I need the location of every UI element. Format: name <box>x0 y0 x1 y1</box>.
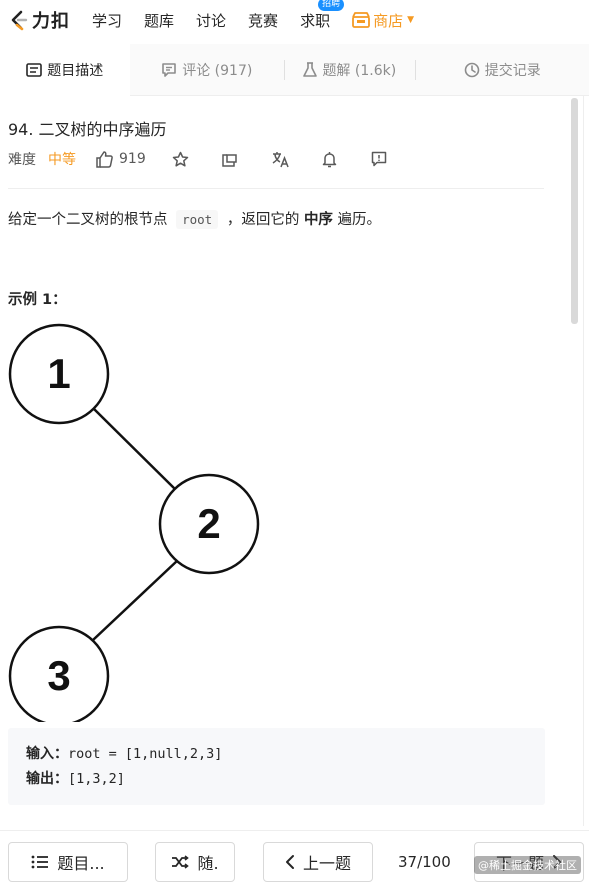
desc-suffix: 遍历。 <box>337 212 382 228</box>
random-problem-button[interactable]: 随. <box>155 842 235 882</box>
content-scrollbar-thumb[interactable] <box>571 98 578 324</box>
input-label: 输入： <box>26 746 68 762</box>
notification-button[interactable] <box>322 151 337 168</box>
tree-node-label: 3 <box>47 652 70 699</box>
nav-item-discuss[interactable]: 讨论 <box>196 10 226 31</box>
nav-item-jobs-label: 求职 <box>300 11 331 30</box>
tree-edge <box>92 559 179 641</box>
tab-description-label: 题目描述 <box>47 62 104 79</box>
problem-list-button[interactable]: 题目... <box>8 842 128 882</box>
problem-tabs: 题目描述 评论 (917) 题解 (1.6k) 提交记录 <box>0 43 589 96</box>
tab-comments-label: 评论 (917) <box>182 62 253 79</box>
list-icon <box>31 855 49 869</box>
thumbs-up-icon <box>96 150 113 168</box>
feedback-button[interactable] <box>371 151 387 167</box>
clock-icon <box>464 62 480 77</box>
description-icon <box>26 62 43 77</box>
binary-tree-diagram: 1 2 3 <box>8 323 260 722</box>
shop-label: 商店 <box>373 11 404 30</box>
difficulty-value: 中等 <box>48 152 76 168</box>
flask-icon <box>303 61 318 77</box>
tab-solutions[interactable]: 题解 (1.6k) <box>285 44 415 96</box>
share-icon <box>221 153 237 167</box>
panel-edge <box>583 96 584 826</box>
desc-prefix: 给定一个二叉树的根节点 <box>8 212 168 228</box>
tree-node-label: 2 <box>197 500 220 547</box>
random-label: 随. <box>197 854 219 873</box>
output-label: 输出： <box>26 771 68 787</box>
problem-title: 94. 二叉树的中序遍历 <box>8 120 167 139</box>
chevron-down-icon: ▼ <box>407 15 415 25</box>
tab-submissions-label: 提交记录 <box>484 62 541 79</box>
top-navbar: 力扣 学习 题库 讨论 竞赛 求职 招聘 商店 ▼ <box>0 0 589 40</box>
tree-node-label: 1 <box>47 350 70 397</box>
desc-bold: 中序 <box>303 212 333 228</box>
nav-item-jobs[interactable]: 求职 招聘 <box>300 0 345 31</box>
comment-icon <box>162 63 177 77</box>
logo[interactable]: 力扣 <box>8 7 70 33</box>
favorite-button[interactable] <box>172 151 189 168</box>
tab-description[interactable]: 题目描述 <box>0 43 130 96</box>
prev-problem-button[interactable]: 上一题 <box>263 842 373 882</box>
like-count: 919 <box>119 151 146 167</box>
example-output-line: 输出：[1,3,2] <box>26 767 527 792</box>
share-button[interactable] <box>221 151 238 168</box>
logo-text: 力扣 <box>32 11 70 32</box>
difficulty-label: 难度 <box>8 152 36 168</box>
desc-mid: ，返回它的 <box>226 212 300 228</box>
watermark: @稀土掘金技术社区 <box>474 856 581 874</box>
jobs-badge: 招聘 <box>318 0 345 11</box>
nav-item-problems[interactable]: 题库 <box>144 10 174 31</box>
problem-meta-bar: 难度 中等 919 <box>8 148 548 170</box>
problem-content: 94. 二叉树的中序遍历 难度 中等 919 给定一个二叉树的根节点 root … <box>8 96 548 826</box>
desc-code: root <box>176 210 219 229</box>
example-title: 示例 1： <box>8 292 67 308</box>
nav-item-shop[interactable]: 商店 ▼ <box>352 10 414 31</box>
translate-icon <box>272 151 289 167</box>
bell-icon <box>322 151 336 167</box>
nav-item-contest[interactable]: 竞赛 <box>248 10 278 31</box>
example-io-box: 输入：root = [1,null,2,3] 输出：[1,3,2] <box>8 728 545 805</box>
leetcode-logo-icon <box>11 10 28 31</box>
tab-solutions-label: 题解 (1.6k) <box>322 62 397 79</box>
shuffle-icon <box>172 855 190 869</box>
star-icon <box>172 151 188 167</box>
tab-comments[interactable]: 评论 (917) <box>130 44 284 96</box>
shop-icon <box>352 12 370 28</box>
output-value: [1,3,2] <box>68 771 125 787</box>
page-indicator: 37/100 <box>398 853 451 871</box>
tab-submissions[interactable]: 提交记录 <box>416 44 589 96</box>
chevron-left-icon <box>285 855 294 869</box>
example-input-line: 输入：root = [1,null,2,3] <box>26 742 527 767</box>
prev-label: 上一题 <box>302 854 351 873</box>
translate-button[interactable] <box>272 151 290 168</box>
input-value: root = [1,null,2,3] <box>68 746 223 762</box>
problem-description: 给定一个二叉树的根节点 root ，返回它的 中序 遍历。 <box>8 208 381 229</box>
nav-item-learn[interactable]: 学习 <box>92 10 122 31</box>
tree-edge <box>92 407 179 493</box>
meta-divider <box>8 188 544 189</box>
feedback-icon <box>371 151 386 167</box>
like-button[interactable]: 919 <box>96 150 146 168</box>
problem-list-label: 题目... <box>57 854 105 873</box>
